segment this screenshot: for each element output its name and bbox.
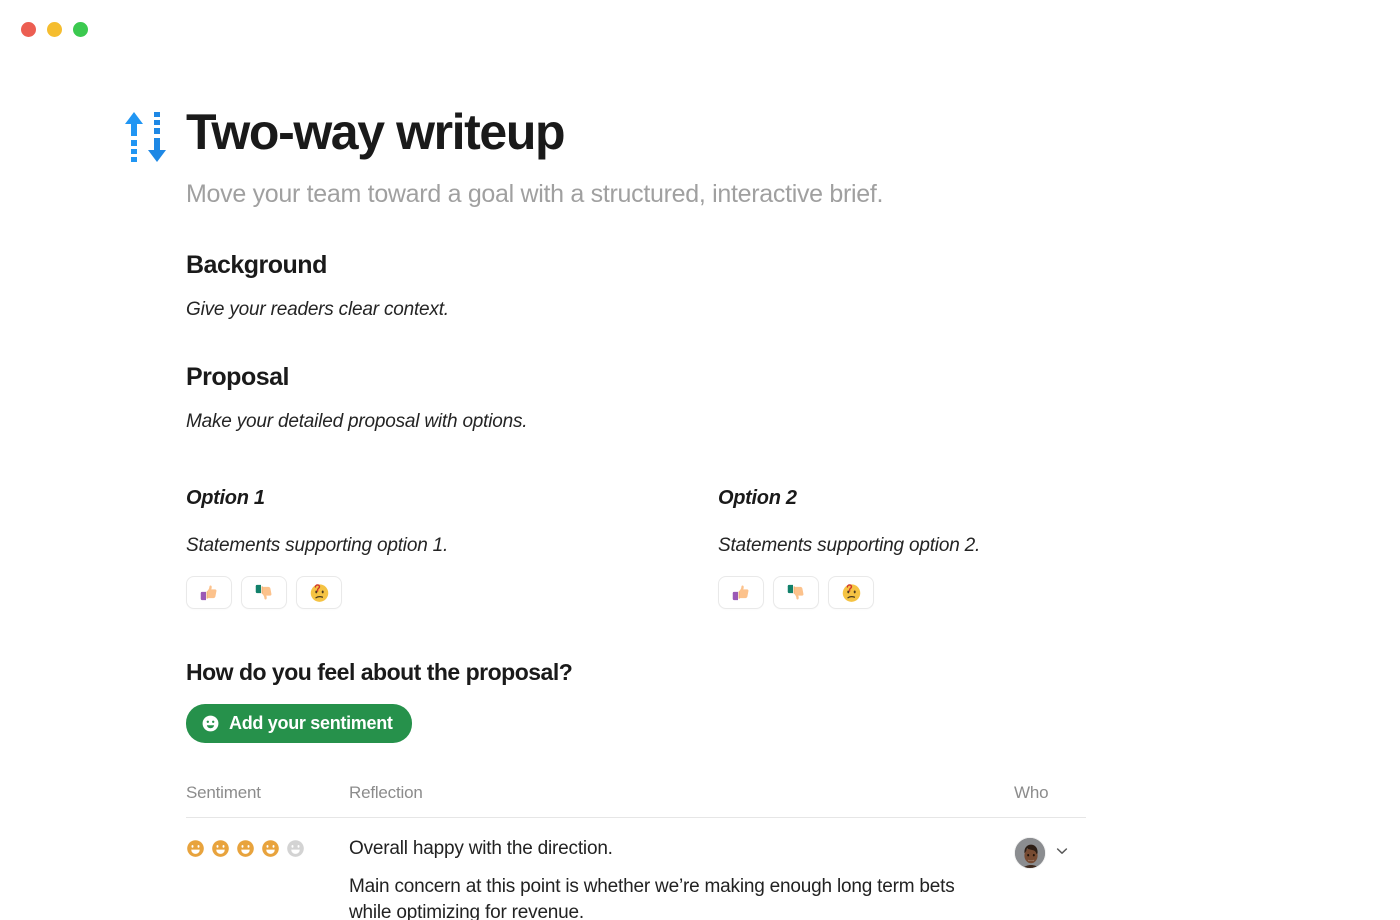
option-column-1: Option 1 Statements supporting option 1. — [186, 487, 718, 609]
sentiment-block: How do you feel about the proposal? Add … — [186, 659, 1400, 743]
who-cell — [1014, 836, 1086, 869]
sentiment-table: Sentiment Reflection Who Overall happy w… — [186, 783, 1086, 920]
section-title-proposal: Proposal — [186, 363, 289, 391]
section-background: Background Give your readers clear conte… — [186, 251, 1400, 321]
avatar[interactable] — [1014, 837, 1046, 869]
reaction-thumbs-up-option-2[interactable] — [718, 576, 764, 609]
column-header-sentiment: Sentiment — [186, 783, 261, 802]
close-window-button[interactable] — [21, 21, 36, 37]
option-description-1[interactable]: Statements supporting option 1. — [186, 535, 718, 557]
option-description-2[interactable]: Statements supporting option 2. — [718, 535, 1250, 557]
document-header-text: Two-way writeup Move your team toward a … — [186, 102, 884, 209]
add-sentiment-button[interactable]: Add your sentiment — [186, 704, 412, 743]
options-row: Option 1 Statements supporting option 1. — [186, 487, 1400, 609]
sentiment-face-4 — [261, 839, 280, 863]
add-sentiment-button-label: Add your sentiment — [229, 713, 393, 733]
window-titlebar — [0, 0, 1400, 58]
option-title-2: Option 2 — [718, 487, 797, 509]
page-title: Two-way writeup — [186, 104, 566, 160]
thumbs-up-emoji — [731, 582, 752, 603]
sentiment-face-5 — [286, 839, 305, 863]
document-body: Two-way writeup Move your team toward a … — [0, 58, 1400, 920]
section-description-background[interactable]: Give your readers clear context. — [186, 299, 1400, 321]
section-title-background: Background — [186, 251, 327, 279]
sentiment-face-1 — [186, 839, 205, 863]
thumbs-down-emoji — [786, 582, 807, 603]
sentiment-rating[interactable] — [186, 836, 349, 863]
sentiment-face-3 — [236, 839, 255, 863]
reaction-bar-option-2 — [718, 576, 1250, 609]
reaction-bar-option-1 — [186, 576, 718, 609]
maximize-window-button[interactable] — [73, 21, 88, 37]
sentiment-question: How do you feel about the proposal? — [186, 659, 573, 685]
reflection-cell[interactable]: Overall happy with the direction. Main c… — [349, 836, 1014, 920]
reflection-paragraph-2: Main concern at this point is whether we… — [349, 876, 955, 920]
up-down-arrow-icon — [124, 110, 170, 164]
table-row: Overall happy with the direction. Main c… — [186, 818, 1086, 920]
section-proposal: Proposal Make your detailed proposal wit… — [186, 363, 1400, 433]
section-description-proposal[interactable]: Make your detailed proposal with options… — [186, 411, 1400, 433]
column-header-who: Who — [1014, 783, 1049, 802]
reaction-thumbs-down-option-2[interactable] — [773, 576, 819, 609]
column-header-reflection: Reflection — [349, 783, 423, 802]
reaction-thumbs-up-option-1[interactable] — [186, 576, 232, 609]
sentiment-face-2 — [211, 839, 230, 863]
reaction-thinking-face-option-1[interactable] — [296, 576, 342, 609]
thumbs-up-emoji — [199, 582, 220, 603]
document-header: Two-way writeup Move your team toward a … — [124, 102, 1400, 209]
smiley-face-icon — [201, 714, 220, 733]
page-subtitle: Move your team toward a goal with a stru… — [186, 180, 884, 208]
reaction-thinking-face-option-2[interactable] — [828, 576, 874, 609]
minimize-window-button[interactable] — [47, 21, 62, 37]
option-column-2: Option 2 Statements supporting option 2. — [718, 487, 1250, 609]
reaction-thumbs-down-option-1[interactable] — [241, 576, 287, 609]
traffic-lights — [21, 21, 88, 37]
chevron-down-icon[interactable] — [1054, 843, 1070, 864]
reflection-paragraph-1: Overall happy with the direction. — [349, 838, 613, 859]
thinking-face-emoji — [309, 582, 330, 603]
thinking-face-emoji — [841, 582, 862, 603]
thumbs-down-emoji — [254, 582, 275, 603]
option-title-1: Option 1 — [186, 487, 265, 509]
table-header-row: Sentiment Reflection Who — [186, 783, 1086, 818]
app-window: Two-way writeup Move your team toward a … — [0, 0, 1400, 920]
